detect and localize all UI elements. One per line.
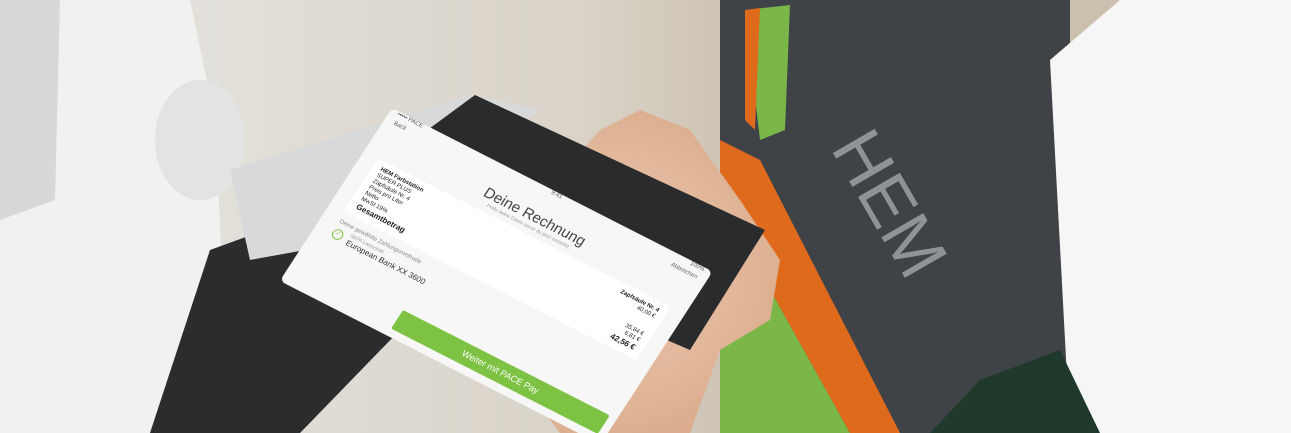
photo-scene: HEM ••••• PACE 9:41 100% Back Abbrechen …: [0, 0, 1291, 433]
check-icon: ✓: [329, 227, 346, 242]
